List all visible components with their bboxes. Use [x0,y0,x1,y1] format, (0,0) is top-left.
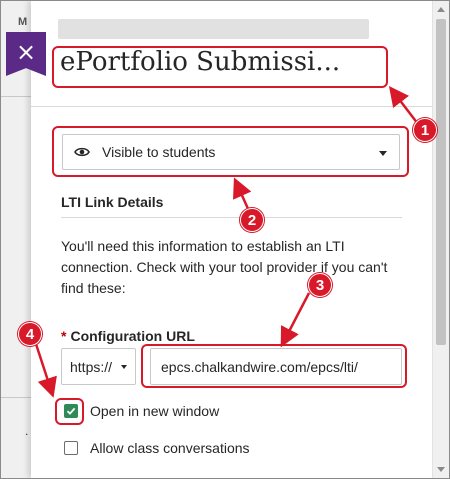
chevron-down-icon [379,151,387,156]
blurred-breadcrumb [58,19,369,39]
scroll-down-icon[interactable] [437,467,445,472]
lti-info-text: You'll need this information to establis… [61,238,388,296]
screenshot-frame: M . ePortfolio Submissi... Visible to st… [0,0,450,479]
lti-section-heading: LTI Link Details [61,194,164,210]
callout-badge-1: 1 [413,118,437,142]
side-panel: ePortfolio Submissi... Visible to studen… [31,1,432,478]
protocol-select[interactable]: https:// [61,348,136,385]
protocol-value: https:// [70,358,113,375]
panel-scrollbar[interactable] [432,1,449,478]
eye-icon [74,144,90,160]
checkmark-icon [66,407,76,415]
close-icon: × [15,38,37,66]
callout-badge-3: 3 [308,273,332,297]
scrollbar-thumb[interactable] [436,19,446,345]
chevron-down-icon [121,365,127,369]
callout-badge-2: 2 [240,208,264,232]
open-in-new-window-label: Open in new window [90,403,220,419]
configuration-url-label: * Configuration URL [61,328,195,344]
configuration-url-label-text: Configuration URL [70,328,195,344]
open-in-new-window-checkbox[interactable] [64,404,78,418]
allow-class-conversations-checkbox[interactable] [64,441,78,455]
background-page: M . [1,1,31,478]
scroll-up-icon[interactable] [437,7,445,12]
visibility-dropdown[interactable]: Visible to students [62,134,400,170]
header-divider [31,106,432,107]
page-title: ePortfolio Submissi... [60,47,341,77]
open-in-new-window-option[interactable]: Open in new window [64,403,219,419]
background-dot: . [25,424,29,438]
column-header-letter: M [18,16,28,28]
background-divider [1,96,31,97]
configuration-url-input[interactable] [150,348,402,385]
callout-badge-4: 4 [18,322,42,346]
required-marker: * [61,328,67,344]
allow-class-conversations-option[interactable]: Allow class conversations [64,440,250,456]
section-divider [61,217,402,218]
allow-class-conversations-label: Allow class conversations [90,440,250,456]
visibility-selected-value: Visible to students [102,144,216,160]
background-divider [1,397,31,398]
